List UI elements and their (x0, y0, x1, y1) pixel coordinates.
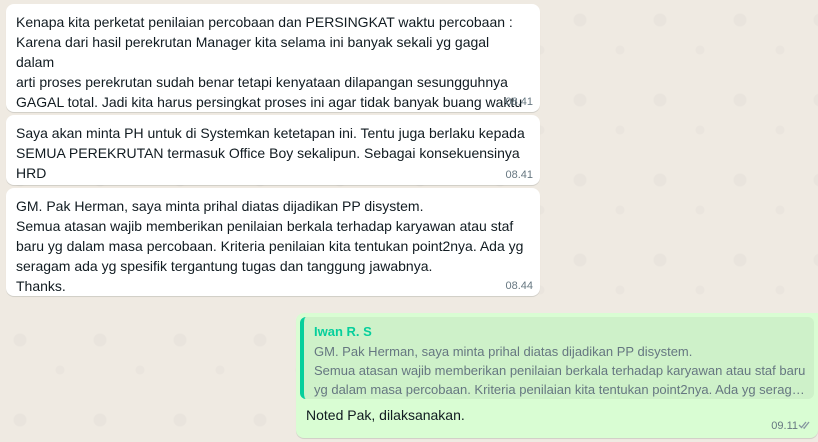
message-bubble-incoming[interactable]: GM. Pak Herman, saya minta prihal diatas… (6, 188, 540, 296)
message-text: Kenapa kita perketat penilaian percobaan… (16, 14, 523, 130)
quoted-text-line: yg dalam masa percobaan. Kriteria penila… (314, 382, 806, 397)
message-bubble-incoming[interactable]: Saya akan minta PH untuk di Systemkan ke… (6, 115, 540, 201)
message-timestamp: 08.44 (505, 280, 533, 292)
message-bubble-outgoing[interactable]: Iwan R. S GM. Pak Herman, saya minta pri… (296, 313, 818, 438)
quoted-author: Iwan R. S (314, 324, 372, 339)
quoted-text-line: GM. Pak Herman, saya minta prihal diatas… (314, 344, 693, 359)
message-timestamp: 09.11 (771, 420, 798, 432)
quoted-text-line: Semua atasan wajib memberikan penilaian … (314, 363, 806, 378)
message-text: GM. Pak Herman, saya minta prihal diatas… (16, 198, 524, 294)
double-check-icon (798, 421, 810, 430)
message-text: Noted Pak, dilaksanakan. (306, 407, 465, 423)
message-bubble-incoming[interactable]: Kenapa kita perketat penilaian percobaan… (6, 4, 540, 130)
quoted-message[interactable]: Iwan R. S GM. Pak Herman, saya minta pri… (300, 317, 814, 399)
message-timestamp: 08.41 (505, 96, 533, 108)
message-timestamp: 08.41 (505, 169, 533, 181)
